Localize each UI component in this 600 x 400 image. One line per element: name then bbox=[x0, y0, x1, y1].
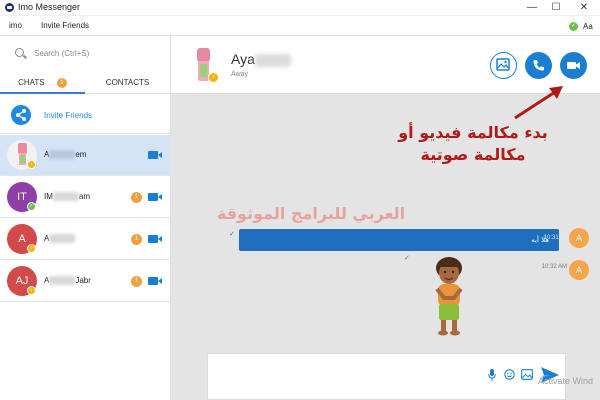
avatar[interactable]: A bbox=[569, 228, 589, 248]
menu-invite-friends[interactable]: Invite Friends bbox=[41, 21, 89, 30]
tab-chats-label: CHATS bbox=[18, 78, 45, 87]
video-call-icon[interactable] bbox=[148, 235, 162, 243]
message-time: 10:31 AM bbox=[543, 235, 569, 241]
window-title: Imo Messenger bbox=[18, 2, 81, 12]
search-input[interactable] bbox=[34, 46, 164, 60]
status-online-icon[interactable]: ✓ bbox=[569, 22, 578, 31]
message-bubble[interactable]: هلا أيه bbox=[239, 229, 559, 251]
search-icon bbox=[15, 48, 24, 57]
presence-away-icon: ♪ bbox=[27, 244, 36, 253]
message-time: 10:32 AM bbox=[541, 264, 567, 270]
chats-unread-badge: 1 bbox=[56, 77, 67, 88]
voice-call-button[interactable] bbox=[525, 52, 552, 79]
video-call-icon[interactable] bbox=[148, 277, 162, 285]
tab-contacts[interactable]: CONTACTS bbox=[85, 72, 170, 94]
sidebar: CHATS 1 CONTACTS Invite Friends bbox=[0, 36, 171, 400]
phone-icon bbox=[533, 60, 544, 71]
sticker-image[interactable] bbox=[424, 254, 474, 338]
presence-online-icon: ✓ bbox=[27, 202, 36, 211]
menu-imo[interactable]: imo bbox=[9, 21, 22, 30]
video-call-button[interactable] bbox=[560, 52, 587, 79]
chat-row[interactable]: ♪ Aem bbox=[0, 135, 170, 176]
tab-contacts-label: CONTACTS bbox=[105, 78, 150, 87]
unread-badge: 1 bbox=[131, 276, 142, 287]
send-photo-button[interactable] bbox=[490, 52, 517, 79]
imo-logo-icon bbox=[5, 3, 14, 12]
emoji-icon[interactable] bbox=[504, 369, 515, 380]
chat-name: Aem bbox=[44, 150, 87, 160]
chat-name: A bbox=[44, 234, 76, 244]
message-input[interactable] bbox=[214, 360, 474, 374]
video-call-icon[interactable] bbox=[148, 151, 162, 159]
maximize-button[interactable]: ☐ bbox=[544, 0, 568, 16]
watermark-text: العربي للبرامج الموثوقة bbox=[216, 204, 406, 223]
avatar[interactable]: A bbox=[569, 260, 589, 280]
invite-friends-label: Invite Friends bbox=[44, 111, 93, 120]
invite-friends-row[interactable]: Invite Friends bbox=[0, 96, 170, 134]
chat-name: IM am bbox=[44, 192, 91, 202]
user-initials[interactable]: Aa bbox=[583, 22, 593, 31]
presence-away-icon: ♪ bbox=[27, 286, 36, 295]
video-camera-icon bbox=[567, 62, 580, 69]
menu-bar: imo Invite Friends bbox=[0, 16, 600, 36]
message-composer bbox=[207, 353, 566, 400]
video-call-icon[interactable] bbox=[148, 193, 162, 201]
read-check-icon: ✓ bbox=[229, 231, 235, 238]
title-bar: Imo Messenger — ☐ ✕ bbox=[0, 0, 600, 16]
presence-away-icon: ♪ bbox=[208, 72, 219, 83]
tab-chats[interactable]: CHATS 1 bbox=[0, 72, 85, 94]
activate-windows-overlay: Activate Wind bbox=[538, 376, 594, 386]
annotation-text: بدء مكالمة فيديو أو مكالمة صوتية bbox=[398, 123, 548, 164]
contact-name: Aya bbox=[231, 51, 291, 67]
minimize-button[interactable]: — bbox=[520, 0, 544, 16]
search-box bbox=[15, 46, 165, 62]
chat-row[interactable]: AJ ♪ A Jabr 1 bbox=[0, 261, 170, 302]
close-button[interactable]: ✕ bbox=[572, 0, 596, 16]
sidebar-tabs: CHATS 1 CONTACTS bbox=[0, 72, 170, 94]
chat-row[interactable]: IT ✓ IM am 1 bbox=[0, 177, 170, 218]
annotation-arrow-icon bbox=[514, 86, 563, 120]
imo-messenger-window: Imo Messenger — ☐ ✕ imo Invite Friends ✓… bbox=[0, 0, 600, 400]
chat-name: A Jabr bbox=[44, 276, 91, 286]
attach-image-icon[interactable] bbox=[521, 369, 533, 380]
chat-messages-area[interactable]: بدء مكالمة فيديو أو مكالمة صوتية العربي … bbox=[171, 86, 600, 352]
unread-badge: 1 bbox=[131, 234, 142, 245]
chat-row[interactable]: A ♪ A 1 bbox=[0, 219, 170, 260]
share-icon bbox=[11, 105, 31, 125]
microphone-icon[interactable] bbox=[488, 369, 496, 381]
read-check-icon: ✓ bbox=[404, 255, 410, 262]
unread-badge: 1 bbox=[131, 192, 142, 203]
contact-status: Away bbox=[231, 71, 248, 78]
image-icon bbox=[496, 58, 510, 71]
presence-away-icon: ♪ bbox=[27, 160, 36, 169]
